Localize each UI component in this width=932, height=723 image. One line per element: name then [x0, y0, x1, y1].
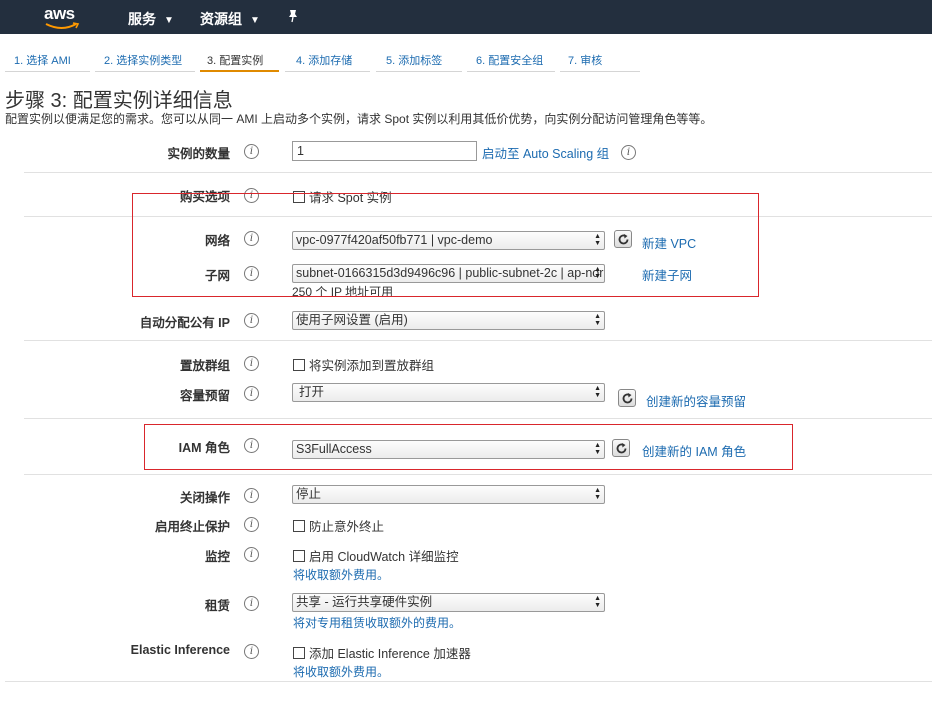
elastic-inference-checkbox[interactable]: 添加 Elastic Inference 加速器	[293, 643, 471, 662]
info-icon[interactable]: i	[244, 547, 259, 562]
info-icon[interactable]: i	[244, 517, 259, 532]
step-7[interactable]: 7. 审核	[568, 52, 602, 72]
pin-icon[interactable]	[286, 9, 300, 23]
select-arrows-icon: ▲ ▼	[594, 487, 601, 501]
step-5[interactable]: 5. 添加标签	[386, 52, 442, 72]
termination-protection-label: 启用终止保护	[154, 520, 230, 534]
placement-group-label: 置放群组	[179, 359, 230, 373]
chevron-down-icon: ▼	[250, 15, 260, 26]
termination-protection-checkbox[interactable]: 防止意外终止	[293, 516, 384, 535]
checkbox-box[interactable]	[293, 550, 305, 562]
highlight-box	[132, 193, 759, 297]
aws-smile-icon	[45, 22, 80, 29]
step-underline-active	[200, 70, 279, 72]
checkbox-box[interactable]	[293, 520, 305, 532]
info-icon[interactable]: i	[244, 356, 259, 371]
tenancy-charge-note: 将对专用租赁收取额外的费用。	[293, 616, 462, 630]
info-icon[interactable]: i	[244, 644, 259, 659]
auto-public-ip-label: 自动分配公有 IP	[139, 316, 230, 330]
instance-count-label: 实例的数量	[167, 147, 230, 161]
step-underline	[376, 71, 462, 72]
page-description: 配置实例以便满足您的需求。您可以从同一 AMI 上启动多个实例，请求 Spot …	[5, 112, 713, 126]
step-4[interactable]: 4. 添加存储	[296, 52, 352, 72]
elastic-inference-charge-note: 将收取额外费用。	[293, 665, 390, 679]
step-6[interactable]: 6. 配置安全组	[476, 52, 543, 72]
chevron-down-icon: ▼	[164, 15, 174, 26]
step-2[interactable]: 2. 选择实例类型	[104, 52, 182, 72]
divider	[24, 474, 932, 475]
step-underline	[5, 71, 90, 72]
divider	[24, 172, 932, 173]
refresh-icon	[622, 393, 633, 404]
divider	[5, 681, 932, 682]
divider	[24, 340, 932, 341]
tenancy-label: 租赁	[204, 599, 230, 613]
page-title: 步骤 3: 配置实例详细信息	[5, 90, 233, 112]
info-icon[interactable]: i	[244, 313, 259, 328]
refresh-capacity-button[interactable]	[618, 389, 636, 407]
info-icon[interactable]: i	[244, 144, 259, 159]
info-icon[interactable]: i	[244, 386, 259, 401]
capacity-reservation-select[interactable]: 打开 ▲ ▼	[292, 383, 605, 402]
checkbox-box[interactable]	[293, 359, 305, 371]
info-icon[interactable]: i	[244, 488, 259, 503]
elastic-inference-label: Elastic Inference	[130, 643, 230, 657]
info-icon[interactable]: i	[244, 596, 259, 611]
step-underline	[467, 71, 555, 72]
auto-public-ip-select[interactable]: 使用子网设置 (启用) ▲ ▼	[292, 311, 605, 330]
wizard-steps: 1. 选择 AMI 2. 选择实例类型 3. 配置实例 4. 添加存储 5. 添…	[0, 34, 932, 74]
capacity-reservation-label: 容量预留	[179, 389, 230, 403]
step-3[interactable]: 3. 配置实例	[207, 52, 263, 72]
select-arrows-icon: ▲ ▼	[594, 313, 601, 327]
step-underline	[560, 71, 640, 72]
placement-group-checkbox[interactable]: 将实例添加到置放群组	[293, 355, 434, 374]
detailed-monitoring-checkbox[interactable]: 启用 CloudWatch 详细监控	[293, 546, 459, 565]
shutdown-behavior-label: 关闭操作	[179, 491, 230, 505]
launch-auto-scaling-link[interactable]: 启动至 Auto Scaling 组	[482, 143, 609, 162]
resource-groups-menu[interactable]: 资源组 ▼	[200, 9, 260, 29]
step-underline	[95, 71, 195, 72]
aws-logo[interactable]: aws	[42, 4, 82, 30]
monitoring-label: 监控	[204, 550, 230, 564]
shutdown-behavior-select[interactable]: 停止 ▲ ▼	[292, 485, 605, 504]
select-arrows-icon: ▲ ▼	[594, 385, 601, 399]
highlight-box	[144, 424, 793, 470]
top-nav: aws 服务 ▼ 资源组 ▼	[0, 0, 932, 34]
services-menu[interactable]: 服务 ▼	[128, 9, 174, 29]
tenancy-select[interactable]: 共享 - 运行共享硬件实例 ▲ ▼	[292, 593, 605, 612]
step-underline	[285, 71, 370, 72]
select-arrows-icon: ▲ ▼	[594, 595, 601, 609]
divider	[24, 418, 932, 419]
monitoring-charge-note: 将收取额外费用。	[293, 568, 390, 582]
instance-count-input[interactable]: 1	[292, 141, 477, 161]
info-icon[interactable]: i	[621, 145, 636, 160]
checkbox-box[interactable]	[293, 647, 305, 659]
step-1[interactable]: 1. 选择 AMI	[14, 52, 71, 72]
create-capacity-reservation-link[interactable]: 创建新的容量预留	[646, 391, 746, 410]
